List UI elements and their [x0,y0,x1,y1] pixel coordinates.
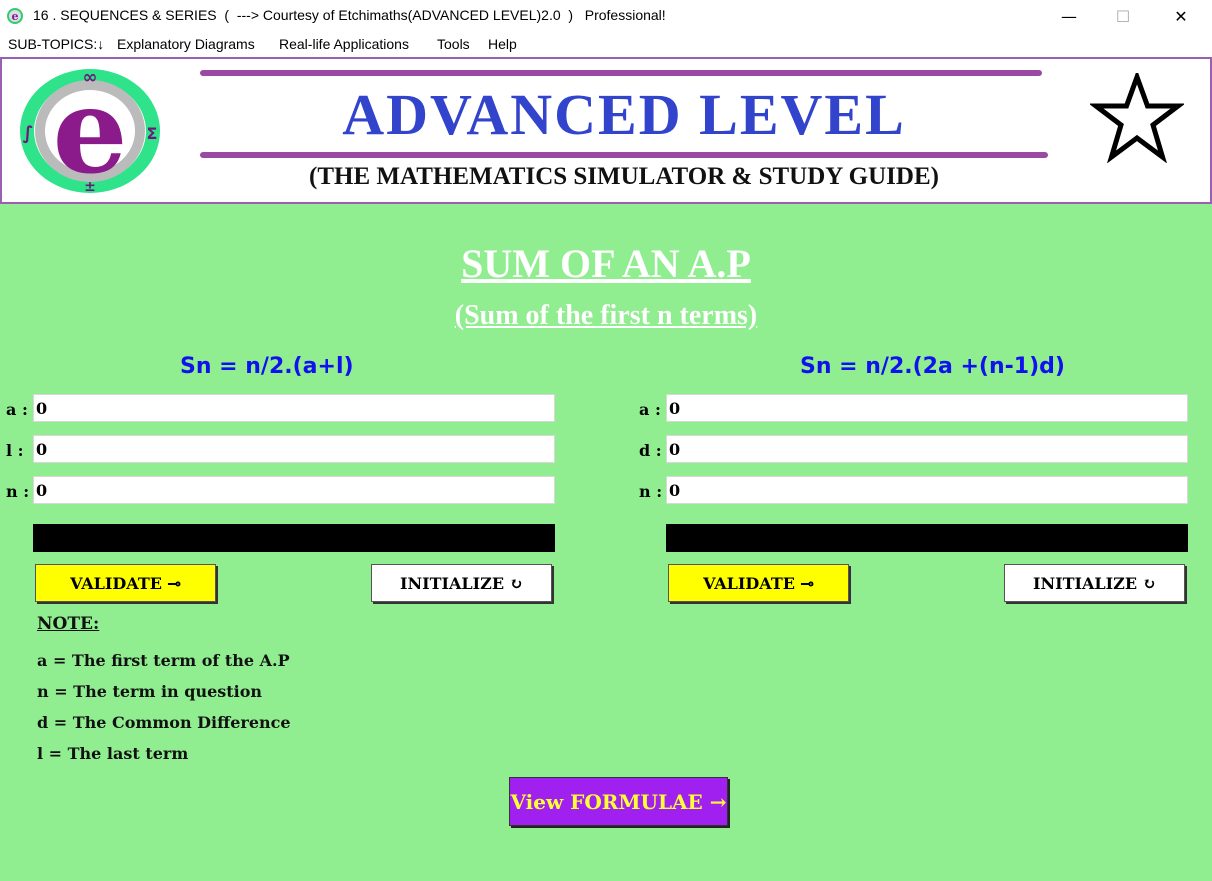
menu-tools[interactable]: Tools [437,36,470,52]
left-label-n: n : [6,482,30,501]
left-validate-button[interactable]: VALIDATE ⊸ [35,564,216,602]
banner-rule-bottom [200,152,1048,158]
main-panel: SUM OF AN A.P (Sum of the first n terms)… [0,204,1212,881]
right-initialize-button[interactable]: INITIALIZE ↻ [1004,564,1185,602]
menu-sub-topics[interactable]: SUB-TOPICS:↓ [8,36,104,52]
app-logo-icon: e [7,8,23,24]
right-formula: Sn = n/2.(2a +(n-1)d) [800,354,1065,379]
etchimaths-logo: e ∞ ∫ Σ ± [20,67,160,195]
header-banner: e ∞ ∫ Σ ± ADVANCED LEVEL (THE MATHEMATIC… [0,57,1212,204]
menu-real-life-applications[interactable]: Real-life Applications [279,36,409,52]
view-formulae-button[interactable]: View FORMULAE → [509,777,728,826]
left-input-a[interactable] [33,394,555,422]
left-input-n[interactable] [33,476,555,504]
svg-text:e: e [12,10,19,23]
minimize-button[interactable]: — [1046,0,1092,32]
left-input-l[interactable] [33,435,555,463]
title-bar: e 16 . SEQUENCES & SERIES ( ---> Courtes… [0,0,1212,32]
right-input-n[interactable] [666,476,1188,504]
note-line-a: a = The first term of the A.P [37,651,290,670]
banner-rule-top [200,70,1042,76]
page-title: SUM OF AN A.P [461,241,751,286]
left-formula: Sn = n/2.(a+l) [180,354,354,379]
note-line-l: l = The last term [37,744,189,763]
window-title: 16 . SEQUENCES & SERIES ( ---> Courtesy … [33,7,666,23]
right-input-a[interactable] [666,394,1188,422]
right-input-d[interactable] [666,435,1188,463]
right-validate-button[interactable]: VALIDATE ⊸ [668,564,849,602]
right-label-n: n : [639,482,663,501]
logo-sigma-symbol: Σ [147,124,158,143]
star-icon[interactable] [1090,73,1184,163]
left-label-a: a : [6,400,28,419]
logo-plusminus-symbol: ± [84,179,96,195]
close-button[interactable]: ✕ [1158,0,1204,32]
maximize-button[interactable]: ☐ [1100,0,1146,32]
banner-subtitle: (THE MATHEMATICS SIMULATOR & STUDY GUIDE… [309,163,939,190]
right-result-display [666,524,1188,552]
menu-bar: SUB-TOPICS:↓ Explanatory Diagrams Real-l… [0,32,1212,56]
logo-infinity-symbol: ∞ [83,67,98,88]
right-label-d: d : [639,441,662,460]
menu-explanatory-diagrams[interactable]: Explanatory Diagrams [117,36,255,52]
logo-integral-symbol: ∫ [23,123,34,144]
page-subtitle: (Sum of the first n terms) [454,300,758,331]
left-result-display [33,524,555,552]
note-title: NOTE: [37,614,100,634]
banner-title: ADVANCED LEVEL [342,82,906,147]
left-initialize-button[interactable]: INITIALIZE ↻ [371,564,552,602]
right-label-a: a : [639,400,661,419]
menu-help[interactable]: Help [488,36,517,52]
left-label-l: l : [6,441,24,460]
note-line-d: d = The Common Difference [37,713,291,732]
note-line-n: n = The term in question [37,682,263,701]
